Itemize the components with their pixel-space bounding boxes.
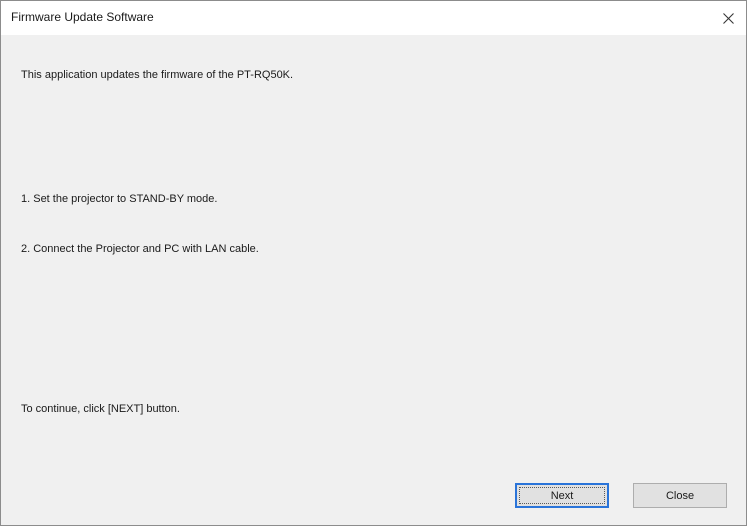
close-button[interactable]: Close <box>633 483 727 508</box>
title-bar[interactable]: Firmware Update Software <box>1 1 746 35</box>
dialog-content: This application updates the firmware of… <box>1 35 746 525</box>
intro-text: This application updates the firmware of… <box>21 69 294 81</box>
step-2-text: 2. Connect the Projector and PC with LAN… <box>21 243 259 255</box>
instruction-text: To continue, click [NEXT] button. <box>21 403 180 415</box>
close-icon <box>722 12 734 24</box>
firmware-update-dialog: Firmware Update Software This applicatio… <box>0 0 747 526</box>
window-title: Firmware Update Software <box>11 10 154 24</box>
next-button-label: Next <box>519 487 605 504</box>
next-button[interactable]: Next <box>515 483 609 508</box>
step-1-text: 1. Set the projector to STAND-BY mode. <box>21 193 218 205</box>
window-close-button[interactable] <box>716 6 740 30</box>
